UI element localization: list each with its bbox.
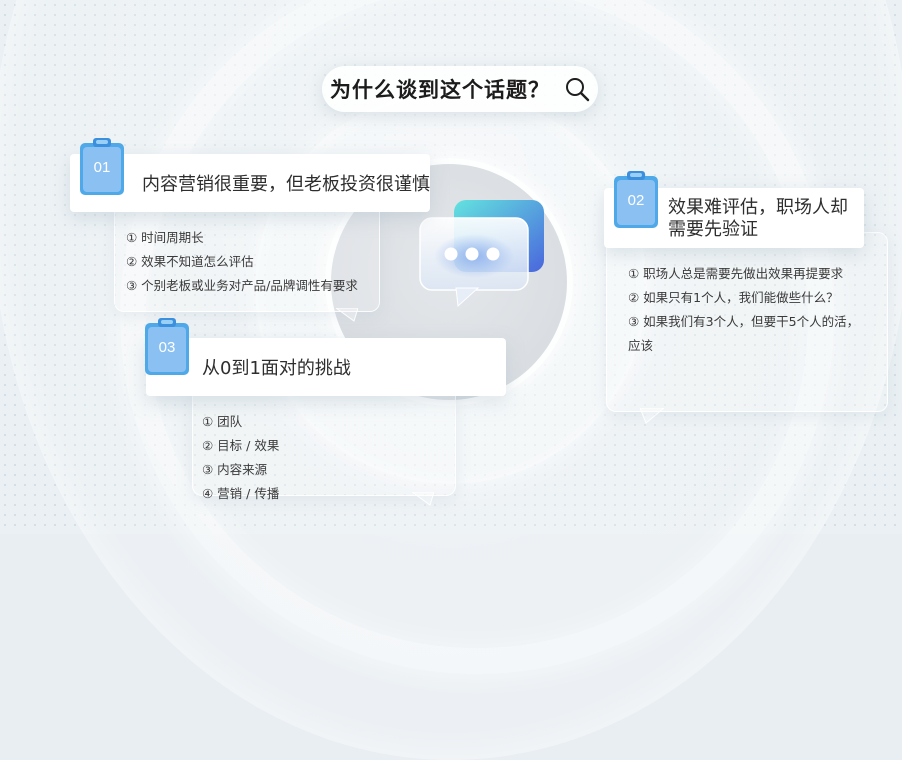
card-01-heading: 内容营销很重要，但老板投资很谨慎 xyxy=(142,174,430,195)
list-item: ① 团队 xyxy=(202,414,243,429)
badge-01: 01 xyxy=(78,137,126,195)
search-icon xyxy=(566,78,590,102)
card-03-list: ① 团队 ② 目标 / 效果 ③ 内容来源 ④ 营销 / 传播 xyxy=(202,410,279,506)
card-03-tail xyxy=(412,492,434,506)
badge-01-number: 01 xyxy=(93,159,111,176)
chat-bubble-icon xyxy=(419,200,544,308)
list-item: ② 效果不知道怎么评估 xyxy=(126,254,254,269)
card-01-list: ① 时间周期长 ② 效果不知道怎么评估 ③ 个别老板或业务对产品/品牌调性有要求 xyxy=(126,226,358,298)
list-item: 应该 xyxy=(628,338,654,353)
card-02-list: ① 职场人总是需要先做出效果再提要求 ② 如果只有1个人，我们能做些什么？ ③ … xyxy=(628,262,859,358)
badge-03-number: 03 xyxy=(158,339,176,356)
page-title: 为什么谈到这个话题？ xyxy=(330,78,550,102)
list-item: ③ 个别老板或业务对产品/品牌调性有要求 xyxy=(126,278,358,293)
list-item: ① 时间周期长 xyxy=(126,230,204,245)
title-pill: 为什么谈到这个话题？ xyxy=(322,66,598,112)
list-item: ① 职场人总是需要先做出效果再提要求 xyxy=(628,266,844,281)
card-02-tail xyxy=(640,408,664,424)
badge-02-number: 02 xyxy=(627,192,645,209)
card-01-tail xyxy=(336,308,358,322)
list-item: ③ 内容来源 xyxy=(202,462,268,477)
list-item: ② 目标 / 效果 xyxy=(202,438,280,453)
card-02-heading-line1: 效果难评估，职场人却 xyxy=(668,197,848,218)
card-02-heading-line2: 需要先验证 xyxy=(668,219,758,240)
list-item: ④ 营销 / 传播 xyxy=(202,486,280,501)
card-03-heading: 从0到1面对的挑战 xyxy=(202,358,351,379)
badge-02: 02 xyxy=(612,170,660,228)
card-03-heading-box: 从0到1面对的挑战 xyxy=(146,338,506,396)
list-item: ③ 如果我们有3个人，但要干5个人的活， xyxy=(628,314,860,329)
list-item: ② 如果只有1个人，我们能做些什么？ xyxy=(628,290,839,305)
badge-03: 03 xyxy=(143,317,191,375)
